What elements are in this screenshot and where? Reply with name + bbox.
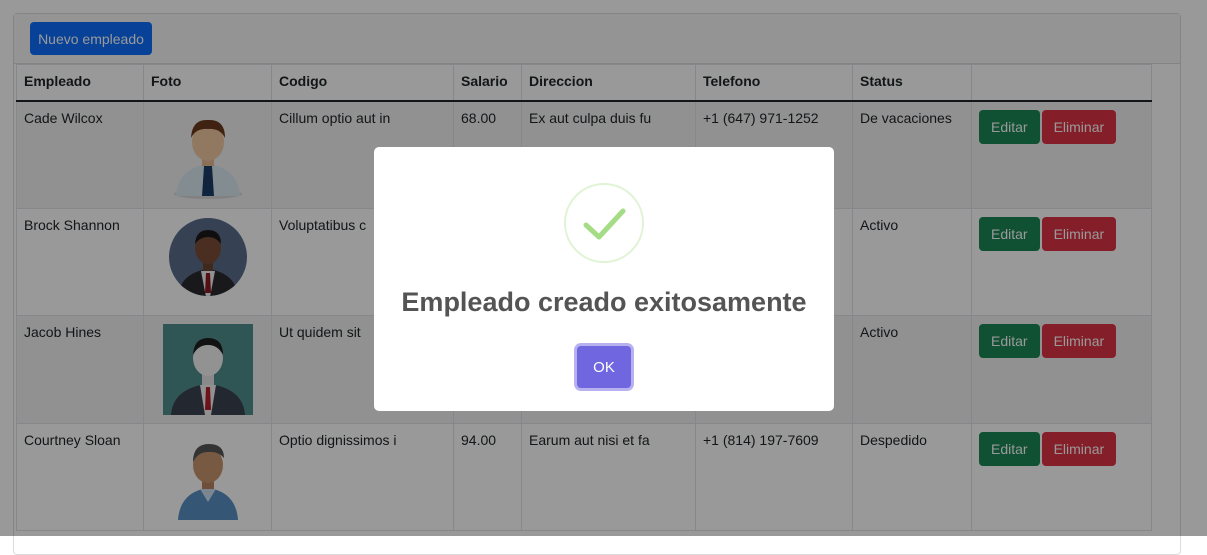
success-checkmark-icon xyxy=(564,183,644,263)
ok-button[interactable]: OK xyxy=(577,346,631,388)
checkmark-icon xyxy=(583,208,626,240)
dialog-title: Empleado creado exitosamente xyxy=(401,287,807,317)
success-dialog: Empleado creado exitosamente OK xyxy=(374,147,834,411)
